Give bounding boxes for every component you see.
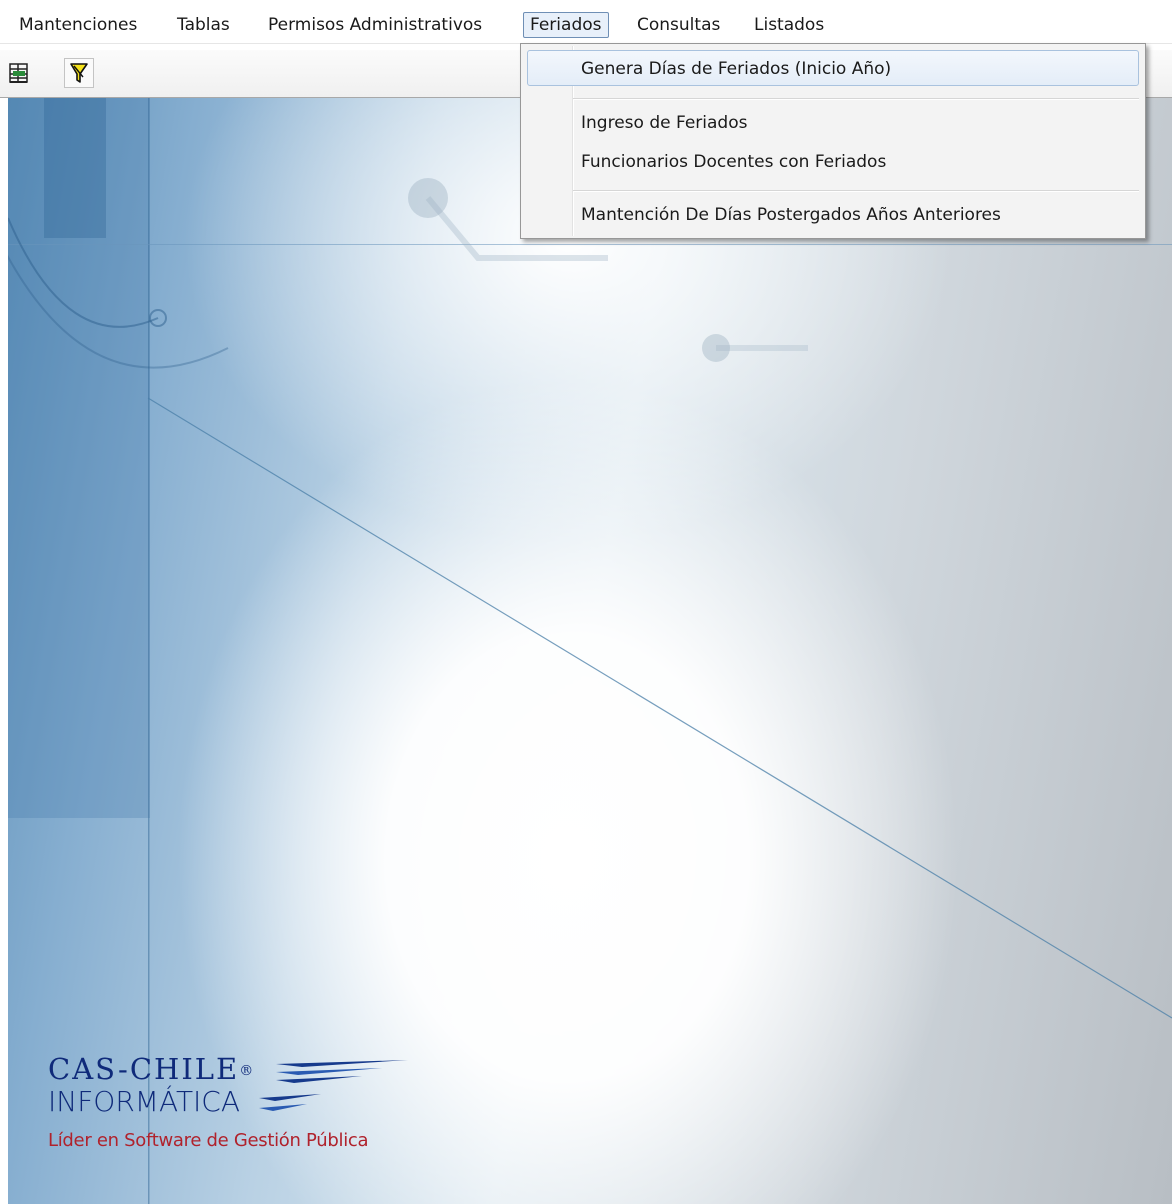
feriados-dropdown-menu: Genera Días de Feriados (Inicio Año) Ing… bbox=[520, 43, 1146, 239]
exit-button[interactable] bbox=[4, 58, 34, 88]
logo-brand-name: CAS-CHILE bbox=[48, 1052, 240, 1086]
menu-separator bbox=[573, 98, 1139, 100]
menu-item-funcionarios-docentes[interactable]: Funcionarios Docentes con Feriados bbox=[581, 147, 886, 177]
logo-subtitle: INFORMÁTICA bbox=[48, 1085, 241, 1118]
filter-icon bbox=[70, 63, 88, 83]
menu-item-ingreso-feriados[interactable]: Ingreso de Feriados bbox=[581, 108, 747, 138]
menu-permisos-administrativos[interactable]: Permisos Administrativos bbox=[262, 12, 488, 38]
menu-tablas[interactable]: Tablas bbox=[171, 12, 236, 38]
menu-feriados[interactable]: Feriados bbox=[523, 12, 609, 38]
logo-registered-mark: ® bbox=[239, 1063, 256, 1079]
logo-tagline: Líder en Software de Gestión Pública bbox=[48, 1130, 369, 1151]
menu-listados[interactable]: Listados bbox=[748, 12, 830, 38]
background-artwork bbox=[8, 98, 1172, 1204]
application-window: Mantenciones Tablas Permisos Administrat… bbox=[0, 0, 1172, 1204]
workspace-background: CAS-CHILE® INFORMÁTICA Líder en Software… bbox=[8, 98, 1172, 1204]
menu-item-genera-dias-feriados[interactable]: Genera Días de Feriados (Inicio Año) bbox=[581, 54, 891, 84]
company-logo: CAS-CHILE® INFORMÁTICA Líder en Software… bbox=[48, 1052, 412, 1151]
logo-swoosh-icon bbox=[276, 1060, 409, 1083]
menu-consultas[interactable]: Consultas bbox=[631, 12, 726, 38]
filter-button[interactable] bbox=[64, 58, 94, 88]
menu-separator bbox=[573, 190, 1139, 192]
menu-mantenciones[interactable]: Mantenciones bbox=[13, 12, 143, 38]
menu-item-mantencion-dias-postergados[interactable]: Mantención De Días Postergados Años Ante… bbox=[581, 200, 1001, 230]
logo-swoosh-small-icon bbox=[258, 1094, 321, 1111]
grid-exit-icon bbox=[9, 63, 28, 83]
menu-bar: Mantenciones Tablas Permisos Administrat… bbox=[0, 0, 1172, 44]
